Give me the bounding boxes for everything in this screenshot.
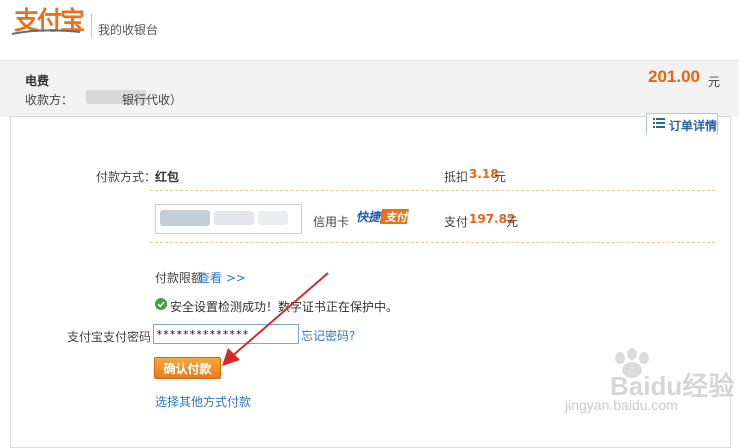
pay-label: 支付 [444, 215, 469, 229]
svg-text:支付: 支付 [384, 211, 409, 224]
page-title: 我的收银台 [98, 23, 159, 37]
password-label: 支付宝支付密码： [67, 330, 164, 344]
list-icon [653, 118, 665, 128]
deduct-unit: 元 [494, 170, 507, 184]
card-redacted [214, 211, 254, 225]
order-name: 电费 [25, 74, 50, 88]
pay-unit: 元 [506, 215, 519, 229]
divider [150, 190, 715, 191]
watermark-url: jingyan.baidu.com [565, 397, 678, 413]
order-summary [0, 60, 739, 117]
check-circle-icon [155, 298, 167, 310]
order-amount-unit: 元 [708, 75, 721, 89]
payment-method-label: 付款方式： [96, 170, 157, 184]
annotation-arrow-icon [222, 272, 329, 366]
other-payment-method-link[interactable]: 选择其他方式付款 [155, 393, 251, 410]
payment-method-value: 红包 [155, 170, 180, 184]
deduct-label: 抵扣 [444, 170, 469, 184]
payee-label: 收款方： [25, 93, 74, 107]
express-pay-badge: 快捷 支付 [356, 209, 409, 224]
card-redacted [258, 211, 288, 225]
logo-swoosh-icon [11, 29, 81, 35]
payee-suffix: 银行代收） [122, 93, 183, 107]
card-redacted [160, 210, 210, 226]
order-detail-label[interactable]: 订单详情 [669, 117, 717, 134]
payment-limit-label: 付款限额 [155, 271, 204, 285]
order-amount: 201.00 [648, 67, 700, 86]
divider [150, 242, 715, 243]
card-type: 信用卡 [313, 215, 350, 229]
svg-text:快捷: 快捷 [356, 210, 382, 224]
header-divider [91, 14, 92, 38]
